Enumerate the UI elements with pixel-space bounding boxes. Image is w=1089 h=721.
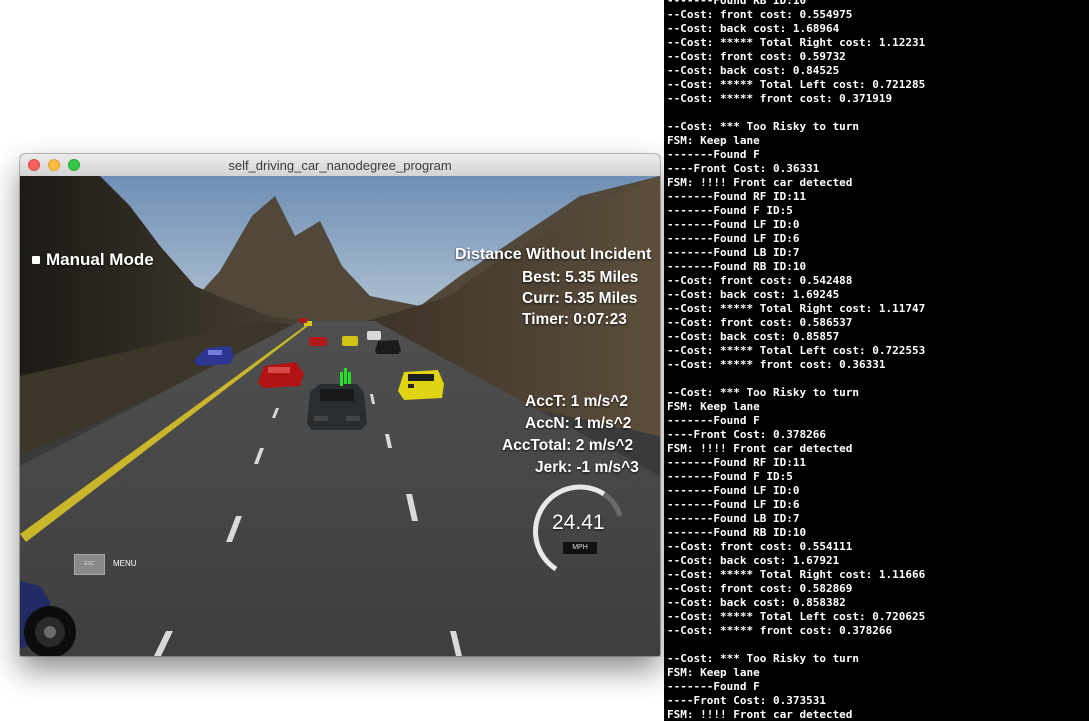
terminal-line: -------Found RB ID:10 — [667, 260, 807, 273]
terminal-line: FSM: !!!! Front car detected — [667, 442, 853, 455]
speed-value: 24.41 — [552, 511, 605, 534]
traffic-car-red-far — [309, 337, 327, 346]
manual-mode-checkbox[interactable] — [32, 256, 40, 264]
terminal-line: -------Found RF ID:11 — [667, 190, 807, 203]
esc-button[interactable]: ESC — [74, 554, 105, 575]
terminal-output: -------Found RB ID:10 --Cost: front cost:… — [667, 0, 925, 721]
terminal-line: --Cost: ***** front cost: 0.36331 — [667, 358, 886, 371]
terminal-line: --Cost: back cost: 0.85857 — [667, 330, 840, 343]
window-title: self_driving_car_nanodegree_program — [228, 158, 452, 173]
terminal-line: --Cost: front cost: 0.554975 — [667, 8, 853, 21]
simulator-window: self_driving_car_nanodegree_program Manu… — [20, 154, 660, 656]
terminal-line: --Cost: front cost: 0.59732 — [667, 50, 846, 63]
traffic-car-red-tiny — [299, 318, 307, 323]
terminal-line: --Cost: *** Too Risky to turn — [667, 120, 860, 133]
terminal-line: ----Front Cost: 0.373531 — [667, 694, 826, 707]
ego-car — [307, 384, 367, 430]
terminal-line: --Cost: back cost: 1.67921 — [667, 554, 840, 567]
terminal-line: --Cost: ***** Total Right cost: 1.11747 — [667, 302, 926, 315]
terminal-line: --Cost: back cost: 0.84525 — [667, 64, 840, 77]
terminal-line: -------Found LF ID:6 — [667, 232, 800, 245]
terminal-line: -------Found F — [667, 680, 760, 693]
terminal-line: --Cost: back cost: 1.68964 — [667, 22, 840, 35]
terminal-line: -------Found LB ID:7 — [667, 512, 800, 525]
distance-title: Distance Without Incident — [455, 246, 652, 263]
terminal-line: --Cost: ***** Total Left cost: 0.721285 — [667, 78, 926, 91]
terminal-line: FSM: !!!! Front car detected — [667, 708, 853, 721]
terminal-line: --Cost: ***** Total Left cost: 0.720625 — [667, 610, 926, 623]
manual-mode-toggle[interactable]: Manual Mode — [32, 250, 154, 270]
traffic-car-red-left — [258, 362, 304, 388]
terminal-line: -------Found RB ID:10 — [667, 0, 807, 7]
manual-mode-label: Manual Mode — [46, 250, 154, 269]
terminal-line: --Cost: ***** Total Right cost: 1.12231 — [667, 36, 926, 49]
window-titlebar[interactable]: self_driving_car_nanodegree_program — [20, 154, 660, 177]
terminal-line: --Cost: ***** front cost: 0.378266 — [667, 624, 893, 637]
terminal-line: -------Found RF ID:11 — [667, 456, 807, 469]
terminal-line: --Cost: back cost: 1.69245 — [667, 288, 840, 301]
terminal-line: --Cost: front cost: 0.542488 — [667, 274, 853, 287]
terminal-line: --Cost: front cost: 0.554111 — [667, 540, 853, 553]
jerk: Jerk: -1 m/s^3 — [535, 459, 639, 476]
terminal-line: --Cost: front cost: 0.582869 — [667, 582, 853, 595]
terminal-line: -------Found F ID:5 — [667, 204, 793, 217]
traffic-car-white — [367, 331, 381, 340]
terminal-line: --Cost: back cost: 0.858382 — [667, 596, 846, 609]
acc-t: AccT: 1 m/s^2 — [525, 393, 628, 410]
terminal-window[interactable]: -------Found RB ID:10 --Cost: front cost:… — [664, 0, 1089, 721]
speed-unit: MPH — [563, 542, 597, 554]
terminal-line: --Cost: *** Too Risky to turn — [667, 386, 860, 399]
terminal-line: -------Found F — [667, 414, 760, 427]
terminal-line: --Cost: front cost: 0.586537 — [667, 316, 853, 329]
timer: Timer: 0:07:23 — [522, 311, 627, 328]
terminal-line: FSM: !!!! Front car detected — [667, 176, 853, 189]
terminal-line: -------Found LF ID:0 — [667, 484, 800, 497]
terminal-line: FSM: Keep lane — [667, 134, 760, 147]
best-distance: Best: 5.35 Miles — [522, 269, 639, 286]
terminal-line: --Cost: *** Too Risky to turn — [667, 652, 860, 665]
terminal-line: ----Front Cost: 0.36331 — [667, 162, 820, 175]
terminal-line: -------Found LF ID:6 — [667, 498, 800, 511]
current-distance: Curr: 5.35 Miles — [522, 290, 638, 307]
terminal-line: --Cost: ***** Total Right cost: 1.11666 — [667, 568, 926, 581]
traffic-car-yellow-small — [342, 336, 358, 346]
terminal-line: --Cost: ***** Total Left cost: 0.722553 — [667, 344, 926, 357]
terminal-line: -------Found RB ID:10 — [667, 526, 807, 539]
terminal-line: -------Found LF ID:0 — [667, 218, 800, 231]
terminal-line: --Cost: ***** front cost: 0.371919 — [667, 92, 893, 105]
traffic-car-yellow-right — [398, 370, 444, 400]
menu-label: MENU — [113, 559, 137, 568]
acc-total: AccTotal: 2 m/s^2 — [502, 437, 634, 454]
driving-scene: Manual Mode Distance Without Incident Be… — [20, 176, 660, 656]
terminal-line: -------Found LB ID:7 — [667, 246, 800, 259]
terminal-line: FSM: Keep lane — [667, 400, 760, 413]
acc-n: AccN: 1 m/s^2 — [525, 415, 632, 432]
terminal-line: ----Front Cost: 0.378266 — [667, 428, 826, 441]
terminal-line: FSM: Keep lane — [667, 666, 760, 679]
traffic-car-black — [375, 340, 401, 354]
terminal-line: -------Found F ID:5 — [667, 470, 793, 483]
terminal-line: -------Found F — [667, 148, 760, 161]
